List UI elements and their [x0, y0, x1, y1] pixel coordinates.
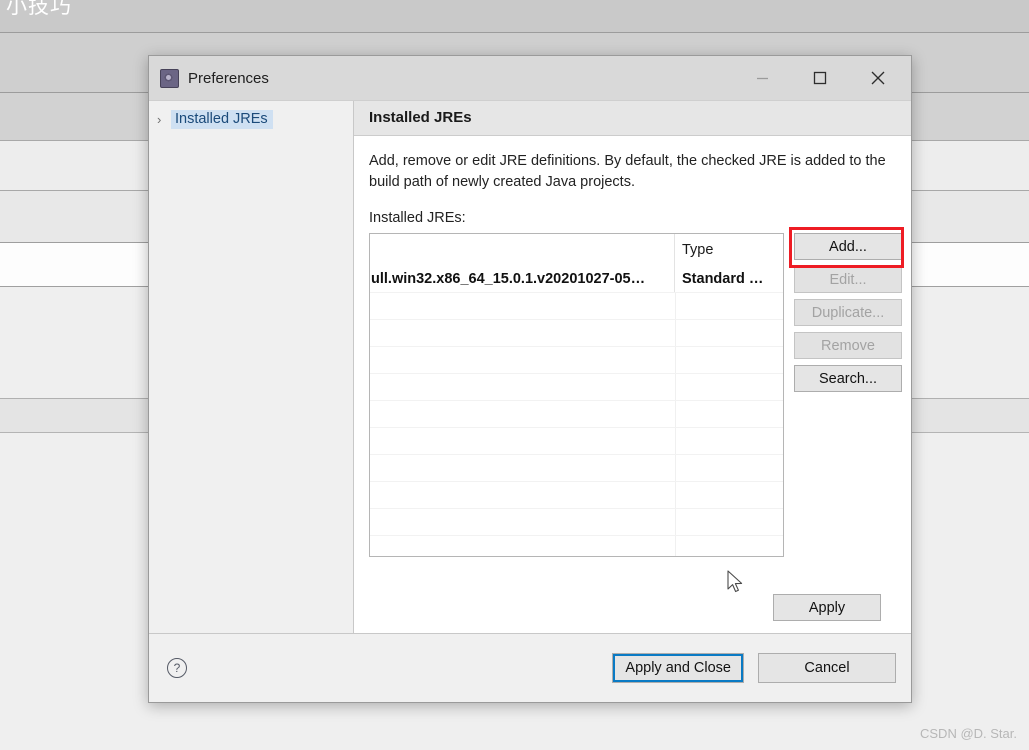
page-content: Add, remove or edit JRE definitions. By …	[354, 136, 911, 633]
empty-cell-type	[676, 482, 783, 508]
minimize-icon[interactable]	[739, 56, 785, 100]
search-button[interactable]: Search...	[794, 365, 902, 393]
help-icon[interactable]: ?	[167, 658, 187, 678]
preferences-dialog: Preferences › Installed JREs Installed J…	[148, 55, 912, 703]
watermark: CSDN @D. Star.	[920, 726, 1017, 741]
preferences-gear-icon	[160, 68, 179, 88]
empty-cell-name	[370, 374, 676, 401]
apply-button[interactable]: Apply	[773, 594, 881, 621]
table-empty-rows	[370, 292, 783, 557]
table-empty-row[interactable]	[370, 427, 783, 455]
maximize-icon[interactable]	[797, 56, 843, 100]
empty-cell-type	[676, 374, 783, 400]
table-empty-row[interactable]	[370, 400, 783, 428]
sidebar-item-installed-jres[interactable]: › Installed JREs	[149, 108, 353, 130]
empty-cell-type	[676, 347, 783, 373]
apply-and-close-button[interactable]: Apply and Close	[612, 653, 744, 683]
empty-cell-type	[676, 428, 783, 454]
preferences-tree: › Installed JREs	[149, 101, 354, 633]
table-empty-row[interactable]	[370, 292, 783, 320]
empty-cell-name	[370, 347, 676, 374]
dialog-title: Preferences	[188, 69, 269, 87]
page-title: Installed JREs	[369, 109, 472, 126]
empty-cell-name	[370, 428, 676, 455]
table-empty-row[interactable]	[370, 373, 783, 401]
column-header-type[interactable]: Type	[675, 234, 783, 266]
empty-cell-name	[370, 293, 676, 320]
empty-cell-type	[676, 536, 783, 556]
column-header-name[interactable]	[370, 234, 675, 267]
cancel-button[interactable]: Cancel	[758, 653, 896, 683]
table-area: Type ull.win32.x86_64_15.0.1.v20201027-0…	[369, 227, 904, 558]
empty-cell-type	[676, 401, 783, 427]
table-empty-row[interactable]	[370, 346, 783, 374]
installed-jres-label: Installed JREs:	[369, 210, 466, 227]
empty-cell-type	[676, 320, 783, 346]
table-empty-row[interactable]	[370, 508, 783, 536]
chevron-right-icon[interactable]: ›	[157, 113, 171, 126]
table-row[interactable]: ull.win32.x86_64_15.0.1.v20201027-05… St…	[370, 266, 783, 293]
sidebar-item-label: Installed JREs	[171, 109, 273, 129]
empty-cell-name	[370, 509, 676, 536]
installed-jres-table[interactable]: Type ull.win32.x86_64_15.0.1.v20201027-0…	[369, 233, 784, 558]
table-empty-row[interactable]	[370, 319, 783, 347]
table-header: Type	[370, 234, 783, 267]
empty-cell-name	[370, 455, 676, 482]
dialog-body: › Installed JREs Installed JREs Add, rem…	[149, 101, 911, 633]
close-icon[interactable]	[855, 56, 901, 100]
table-empty-row[interactable]	[370, 454, 783, 482]
empty-cell-name	[370, 536, 676, 557]
page-description: Add, remove or edit JRE definitions. By …	[369, 153, 886, 190]
cell-jre-type: Standard …	[682, 271, 764, 288]
empty-cell-type	[676, 293, 783, 319]
preferences-page: Installed JREs Add, remove or edit JRE d…	[354, 101, 911, 633]
empty-cell-type	[676, 455, 783, 481]
jre-action-buttons: Add... Edit... Duplicate... Remove Searc…	[789, 227, 904, 393]
empty-cell-name	[370, 482, 676, 509]
remove-button: Remove	[794, 332, 902, 360]
empty-cell-name	[370, 401, 676, 428]
background-band	[0, 0, 1029, 32]
background-top-text: 小技巧	[6, 0, 72, 18]
add-button[interactable]: Add...	[794, 233, 902, 261]
empty-cell-name	[370, 320, 676, 347]
table-empty-row[interactable]	[370, 535, 783, 557]
dialog-titlebar[interactable]: Preferences	[149, 56, 911, 101]
empty-cell-type	[676, 509, 783, 535]
duplicate-button: Duplicate...	[794, 299, 902, 327]
page-header: Installed JREs	[354, 101, 911, 136]
cell-jre-name: ull.win32.x86_64_15.0.1.v20201027-05…	[370, 266, 675, 293]
edit-button: Edit...	[794, 266, 902, 294]
dialog-footer: ? Apply and Close Cancel	[149, 633, 911, 702]
table-empty-row[interactable]	[370, 481, 783, 509]
apply-row: Apply	[369, 594, 896, 633]
